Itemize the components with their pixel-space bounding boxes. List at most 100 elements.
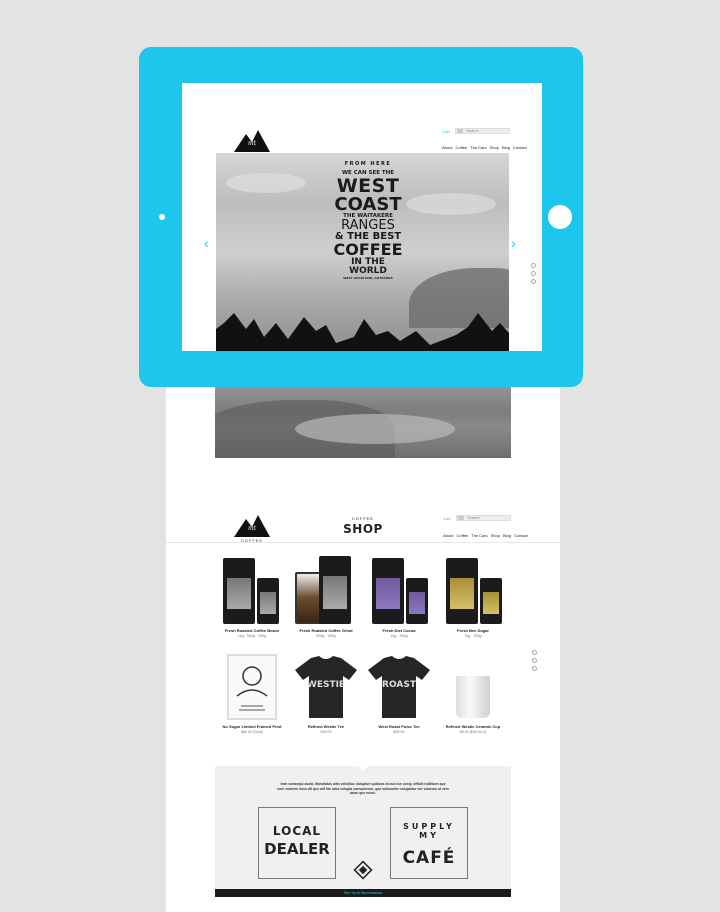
social-icon[interactable] bbox=[532, 658, 537, 663]
nav-about[interactable]: About bbox=[443, 533, 453, 538]
product-name: Fresh Roasted Coffee Beans bbox=[224, 628, 280, 633]
product-name: Fresh Bee Sugar bbox=[457, 628, 489, 633]
shop-title: COFFEE SHOP bbox=[340, 516, 386, 536]
product-card[interactable]: Fresh Bee Sugar 1kg · 250g bbox=[438, 556, 508, 638]
product-name: Fresh Roasted Coffee Grind bbox=[299, 628, 353, 633]
product-meta: 1kg · 250g bbox=[390, 634, 408, 638]
coffee-bag bbox=[223, 558, 255, 624]
hero-line: COFFEE bbox=[333, 240, 403, 259]
nav-coffee[interactable]: Coffee bbox=[456, 533, 468, 538]
product-image bbox=[217, 652, 287, 722]
cart-link[interactable]: Cart bbox=[442, 129, 450, 134]
hero-line: WEST AUCKLAND, AOTEAROA bbox=[343, 276, 393, 280]
hero-line: IN THE WORLD bbox=[349, 257, 387, 276]
ceramic-cup bbox=[456, 676, 490, 718]
social-icon[interactable] bbox=[531, 271, 536, 276]
nav-contact[interactable]: Contact bbox=[514, 533, 528, 538]
tee-print: WESTIE bbox=[306, 680, 346, 690]
hero-banner: FROM HERE WE CAN SEE THE WEST COAST THE … bbox=[216, 153, 509, 351]
shop-title-small: COFFEE bbox=[351, 516, 375, 521]
coffee-bag bbox=[480, 578, 502, 624]
nav-about[interactable]: About bbox=[442, 145, 452, 150]
social-icon[interactable] bbox=[531, 279, 536, 284]
product-card[interactable]: ROAST West Roast Pulse Tee $35.00 bbox=[364, 652, 434, 734]
product-name: No Sugar Limited Framed Print bbox=[222, 724, 282, 729]
search-input[interactable]: Search bbox=[456, 515, 511, 521]
product-name: West Roast Pulse Tee bbox=[378, 724, 420, 729]
product-meta: $35.00 bbox=[320, 730, 332, 734]
product-name: Refined Westie Ceramic Cup bbox=[445, 724, 501, 729]
hero-image-continued bbox=[215, 380, 511, 458]
hero-line: COAST bbox=[334, 193, 402, 215]
product-card[interactable]: Fresh Roasted Coffee Grind 500g · 250g bbox=[291, 556, 361, 638]
home-button[interactable] bbox=[548, 205, 572, 229]
french-press bbox=[295, 572, 321, 624]
coffee-bag bbox=[446, 558, 478, 624]
product-image: WESTIE bbox=[291, 652, 361, 722]
beach-shape bbox=[295, 414, 455, 444]
header-divider bbox=[166, 542, 560, 543]
hero-line: WEST bbox=[336, 174, 400, 197]
coffee-bag bbox=[372, 558, 404, 624]
product-card[interactable]: Refined Westie Ceramic Cup $8.00 ($40 fo… bbox=[438, 652, 508, 734]
product-image bbox=[291, 556, 361, 626]
mountain-range-graphic bbox=[216, 313, 509, 351]
product-card[interactable]: No Sugar Limited Framed Print $80.00 (Go… bbox=[217, 652, 287, 734]
supply-my-top: SUPPLY MY bbox=[403, 822, 455, 840]
nav-blog[interactable]: Blog bbox=[503, 533, 511, 538]
prev-slide-arrow-icon[interactable]: ‹ bbox=[204, 235, 209, 251]
svg-text:mt: mt bbox=[248, 140, 257, 147]
shop-title-main: SHOP bbox=[343, 522, 383, 536]
social-icon[interactable] bbox=[532, 666, 537, 671]
footer-credit: Site by Ai Bumbaasss bbox=[215, 889, 511, 897]
main-nav: About Coffee The Cars Shop Blog Contact bbox=[442, 145, 527, 150]
cloud-shape bbox=[226, 173, 306, 193]
diamond-badge-icon bbox=[353, 860, 373, 880]
product-meta: 1kg · 250g bbox=[464, 634, 482, 638]
nav-the-cars[interactable]: The Cars bbox=[470, 145, 486, 150]
coffee-bag bbox=[319, 556, 351, 624]
product-meta: $8.00 ($40 for 5) bbox=[459, 730, 487, 734]
product-card[interactable]: WESTIE Refined Westie Tee $35.00 bbox=[291, 652, 361, 734]
nav-the-cars[interactable]: The Cars bbox=[471, 533, 487, 538]
nav-coffee[interactable]: Coffee bbox=[455, 145, 467, 150]
nav-shop[interactable]: Shop bbox=[491, 533, 500, 538]
cart-link[interactable]: Cart bbox=[443, 516, 451, 521]
shop-brand-logo[interactable]: mt COFFEE bbox=[234, 515, 270, 543]
tablet-screen: mt COFFEE Cart Search About Coffee The C… bbox=[182, 83, 542, 351]
mountain-logo-icon: mt bbox=[234, 515, 270, 537]
mountain-logo-icon: mt bbox=[234, 130, 270, 152]
nav-shop[interactable]: Shop bbox=[490, 145, 499, 150]
local-dealer-button[interactable]: LOCAL DEALER bbox=[258, 807, 336, 879]
supply-my-bottom: CAFÉ bbox=[402, 848, 456, 868]
local-dealer-bottom: DEALER bbox=[264, 840, 330, 858]
next-slide-arrow-icon[interactable]: › bbox=[511, 235, 516, 251]
nav-contact[interactable]: Contact bbox=[513, 145, 527, 150]
product-card[interactable]: Fresh Roasted Coffee Beans 1kg · 500g · … bbox=[217, 556, 287, 638]
panel-notch bbox=[357, 765, 369, 771]
hero-headline: FROM HERE WE CAN SEE THE WEST COAST THE … bbox=[333, 162, 403, 280]
shop-nav: About Coffee The Cars Shop Blog Contact bbox=[443, 533, 528, 538]
social-links bbox=[532, 650, 537, 671]
social-icon[interactable] bbox=[531, 263, 536, 268]
product-card[interactable]: Fresh Diet Cocoa 1kg · 250g bbox=[364, 556, 434, 638]
product-name: Refined Westie Tee bbox=[307, 724, 345, 729]
product-meta: $35.00 bbox=[393, 730, 405, 734]
product-image bbox=[217, 556, 287, 626]
local-dealer-top: LOCAL bbox=[272, 824, 322, 838]
coffee-bag bbox=[257, 578, 279, 624]
print-illustration-icon bbox=[236, 666, 268, 711]
product-name: Fresh Diet Cocoa bbox=[382, 628, 416, 633]
supply-my-cafe-button[interactable]: SUPPLY MY CAFÉ bbox=[390, 807, 468, 879]
product-image bbox=[438, 652, 508, 722]
product-meta: $80.00 (Gold) bbox=[241, 730, 263, 734]
wholesale-panel: Imin nonsequi asolit, Mandiatus alim vel… bbox=[215, 765, 511, 891]
product-image bbox=[438, 556, 508, 626]
product-meta: 1kg · 500g · 250g bbox=[237, 634, 267, 638]
search-input[interactable]: Search bbox=[455, 128, 510, 134]
cloud-shape bbox=[406, 193, 496, 215]
nav-blog[interactable]: Blog bbox=[502, 145, 510, 150]
social-icon[interactable] bbox=[532, 650, 537, 655]
product-image bbox=[364, 556, 434, 626]
panel-intro-text: Imin nonsequi asolit, Mandiatus alim vel… bbox=[277, 782, 450, 796]
